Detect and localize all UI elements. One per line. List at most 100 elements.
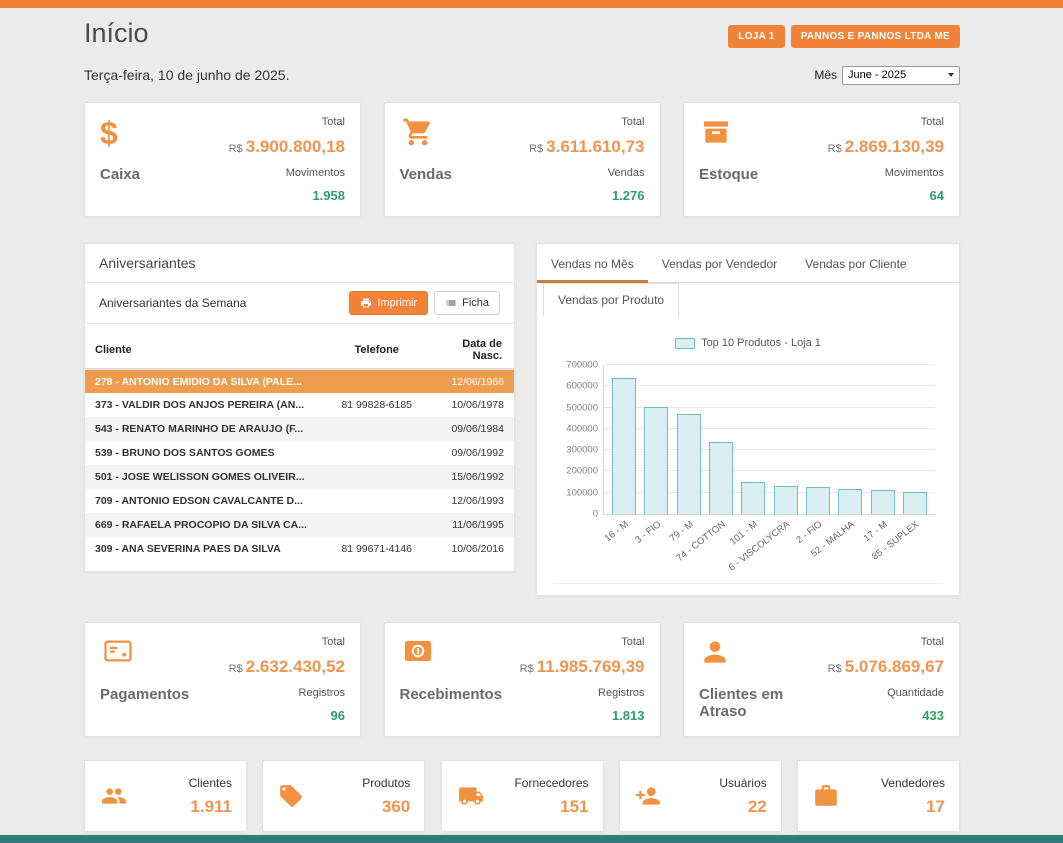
stat-card-label: Vendas xyxy=(400,166,453,183)
chart-bar xyxy=(838,489,862,514)
mini-card-value: 17 xyxy=(926,797,945,817)
cell-data: 15/06/1992 xyxy=(428,465,514,489)
bar-slot: 3 - FIO xyxy=(640,365,672,514)
mini-card-value: 151 xyxy=(560,797,588,817)
birthday-row[interactable]: 709 - ANTONIO EDSON CAVALCANTE D...12/06… xyxy=(85,489,514,513)
total-value: R$3.611.610,73 xyxy=(529,137,644,157)
sub-value: 64 xyxy=(930,188,944,203)
chart-bar xyxy=(774,486,798,514)
money-icon xyxy=(400,636,503,676)
ficha-button[interactable]: Ficha xyxy=(434,291,500,315)
sub-value: 96 xyxy=(331,708,345,723)
box-icon xyxy=(699,116,758,156)
bar-slot: 52 - MALHA xyxy=(834,365,866,514)
cell-telefone xyxy=(325,369,428,393)
print-button[interactable]: Imprimir xyxy=(349,291,428,315)
bar-slot: 17 - M xyxy=(866,365,898,514)
mini-card-fornecedores[interactable]: Fornecedores 151 xyxy=(441,760,604,832)
birthday-row[interactable]: 278 - ANTONIO EMIDIO DA SILVA (PALE...12… xyxy=(85,369,514,393)
header-buttons: LOJA 1 PANNOS E PANNOS LTDA ME xyxy=(728,25,960,48)
mini-card-usuarios[interactable]: Usuários 22 xyxy=(619,760,782,832)
y-axis-tick: 0 xyxy=(554,509,598,520)
birthday-row[interactable]: 309 - ANA SEVERINA PAES DA SILVA81 99671… xyxy=(85,537,514,561)
tab-vendas-no-mes[interactable]: Vendas no Mês xyxy=(537,248,648,283)
mini-card-clientes[interactable]: Clientes 1.911 xyxy=(84,760,247,832)
stat-card-caixa: $ Caixa Total R$3.900.800,18 Movimentos … xyxy=(84,102,361,217)
chart-bar xyxy=(612,378,636,514)
store-button[interactable]: LOJA 1 xyxy=(728,25,784,48)
dollar-icon: $ xyxy=(100,116,140,156)
briefcase-icon xyxy=(812,783,840,809)
sub-value: 1.276 xyxy=(612,188,645,203)
bar-slot: 79 - M xyxy=(673,365,705,514)
birthdays-table: Cliente Telefone Data de Nasc. 278 - ANT… xyxy=(85,332,514,561)
company-button[interactable]: PANNOS E PANNOS LTDA ME xyxy=(791,25,960,48)
mini-card-vendedores[interactable]: Vendedores 17 xyxy=(797,760,960,832)
birthday-row[interactable]: 501 - JOSE WELISSON GOMES OLIVEIR...15/0… xyxy=(85,465,514,489)
month-select[interactable]: June - 2025 xyxy=(842,66,960,85)
sales-panel: Vendas no Mês Vendas por Vendedor Vendas… xyxy=(536,243,960,596)
chart-bar xyxy=(709,442,733,514)
chart-bar xyxy=(871,490,895,514)
chart-plot: 16 - M3 - FIO79 - M74 - COTTON101 - M6 -… xyxy=(603,365,935,515)
tab-vendas-por-produto[interactable]: Vendas por Produto xyxy=(543,283,679,317)
birthday-row[interactable]: 373 - VALDIR DOS ANJOS PEREIRA (AN...81 … xyxy=(85,393,514,417)
cell-data: 10/06/1978 xyxy=(428,393,514,417)
col-header-cliente: Cliente xyxy=(85,332,325,369)
mini-card-produtos[interactable]: Produtos 360 xyxy=(262,760,425,832)
current-date: Terça-feira, 10 de junho de 2025. xyxy=(84,67,289,83)
mini-card-value: 1.911 xyxy=(190,797,232,817)
sub-label: Quantidade xyxy=(887,687,944,699)
sub-label: Movimentos xyxy=(286,167,345,179)
birthdays-toolbar: Aniversariantes da Semana Imprimir Ficha xyxy=(85,283,514,324)
y-axis-tick: 600000 xyxy=(554,381,598,392)
birthdays-title: Aniversariantes xyxy=(85,244,514,283)
birthdays-subtitle: Aniversariantes da Semana xyxy=(99,296,246,310)
y-axis-tick: 400000 xyxy=(554,423,598,434)
sub-value: 433 xyxy=(922,708,944,723)
birthday-row[interactable]: 669 - RAFAELA PROCOPIO DA SILVA CA... 11/… xyxy=(85,513,514,537)
list-icon xyxy=(445,297,457,309)
cell-telefone: 81 99828-6185 xyxy=(325,393,428,417)
credit-card-icon xyxy=(100,636,189,676)
user-plus-icon xyxy=(634,783,662,809)
bar-slot: 101 - M xyxy=(737,365,769,514)
stat-card-recebimentos: Recebimentos Total R$11.985.769,39 Regis… xyxy=(384,622,661,737)
stat-card-label: Caixa xyxy=(100,166,140,183)
legend-label: Top 10 Produtos - Loja 1 xyxy=(701,337,821,349)
chart-bar xyxy=(903,492,927,514)
cell-cliente: 543 - RENATO MARINHO DE ARAUJO (F... xyxy=(85,417,325,441)
y-axis-tick: 200000 xyxy=(554,466,598,477)
mini-card-value: 22 xyxy=(748,797,767,817)
sub-label: Movimentos xyxy=(885,167,944,179)
cell-data: 11/06/1995 xyxy=(428,513,514,537)
footer-bar xyxy=(0,835,1063,843)
birthday-row[interactable]: 543 - RENATO MARINHO DE ARAUJO (F...09/0… xyxy=(85,417,514,441)
chart-bar xyxy=(644,407,668,514)
tab-vendas-por-vendedor[interactable]: Vendas por Vendedor xyxy=(648,248,791,282)
chart-legend: Top 10 Produtos - Loja 1 xyxy=(551,337,945,349)
cell-cliente: 709 - ANTONIO EDSON CAVALCANTE D... xyxy=(85,489,325,513)
sales-chart: Top 10 Produtos - Loja 1 16 - M3 - FIO79… xyxy=(537,317,959,595)
chart-divider xyxy=(553,583,943,595)
ficha-button-label: Ficha xyxy=(462,297,489,309)
sub-value: 1.813 xyxy=(612,708,645,723)
cell-cliente: 669 - RAFAELA PROCOPIO DA SILVA CA... xyxy=(85,513,325,537)
stat-card-pagamentos: Pagamentos Total R$2.632.430,52 Registro… xyxy=(84,622,361,737)
birthday-row[interactable]: 539 - BRUNO DOS SANTOS GOMES09/06/1992 xyxy=(85,441,514,465)
cell-data: 12/06/1966 xyxy=(428,369,514,393)
y-axis-tick: 500000 xyxy=(554,402,598,413)
top-accent-bar xyxy=(0,0,1063,8)
total-value: R$11.985.769,39 xyxy=(520,657,645,677)
cell-telefone xyxy=(325,513,428,537)
stat-cards-mid: Pagamentos Total R$2.632.430,52 Registro… xyxy=(84,622,960,737)
month-label: Mês xyxy=(814,68,837,82)
legend-swatch xyxy=(675,338,695,349)
birthdays-panel: Aniversariantes Aniversariantes da Seman… xyxy=(84,243,515,572)
sales-tabs-row2: Vendas por Produto xyxy=(537,283,959,317)
chevron-down-icon xyxy=(948,73,954,77)
truck-icon xyxy=(456,783,486,809)
printer-icon xyxy=(360,297,372,309)
sub-label: Vendas xyxy=(608,167,645,179)
tab-vendas-por-cliente[interactable]: Vendas por Cliente xyxy=(791,248,920,282)
